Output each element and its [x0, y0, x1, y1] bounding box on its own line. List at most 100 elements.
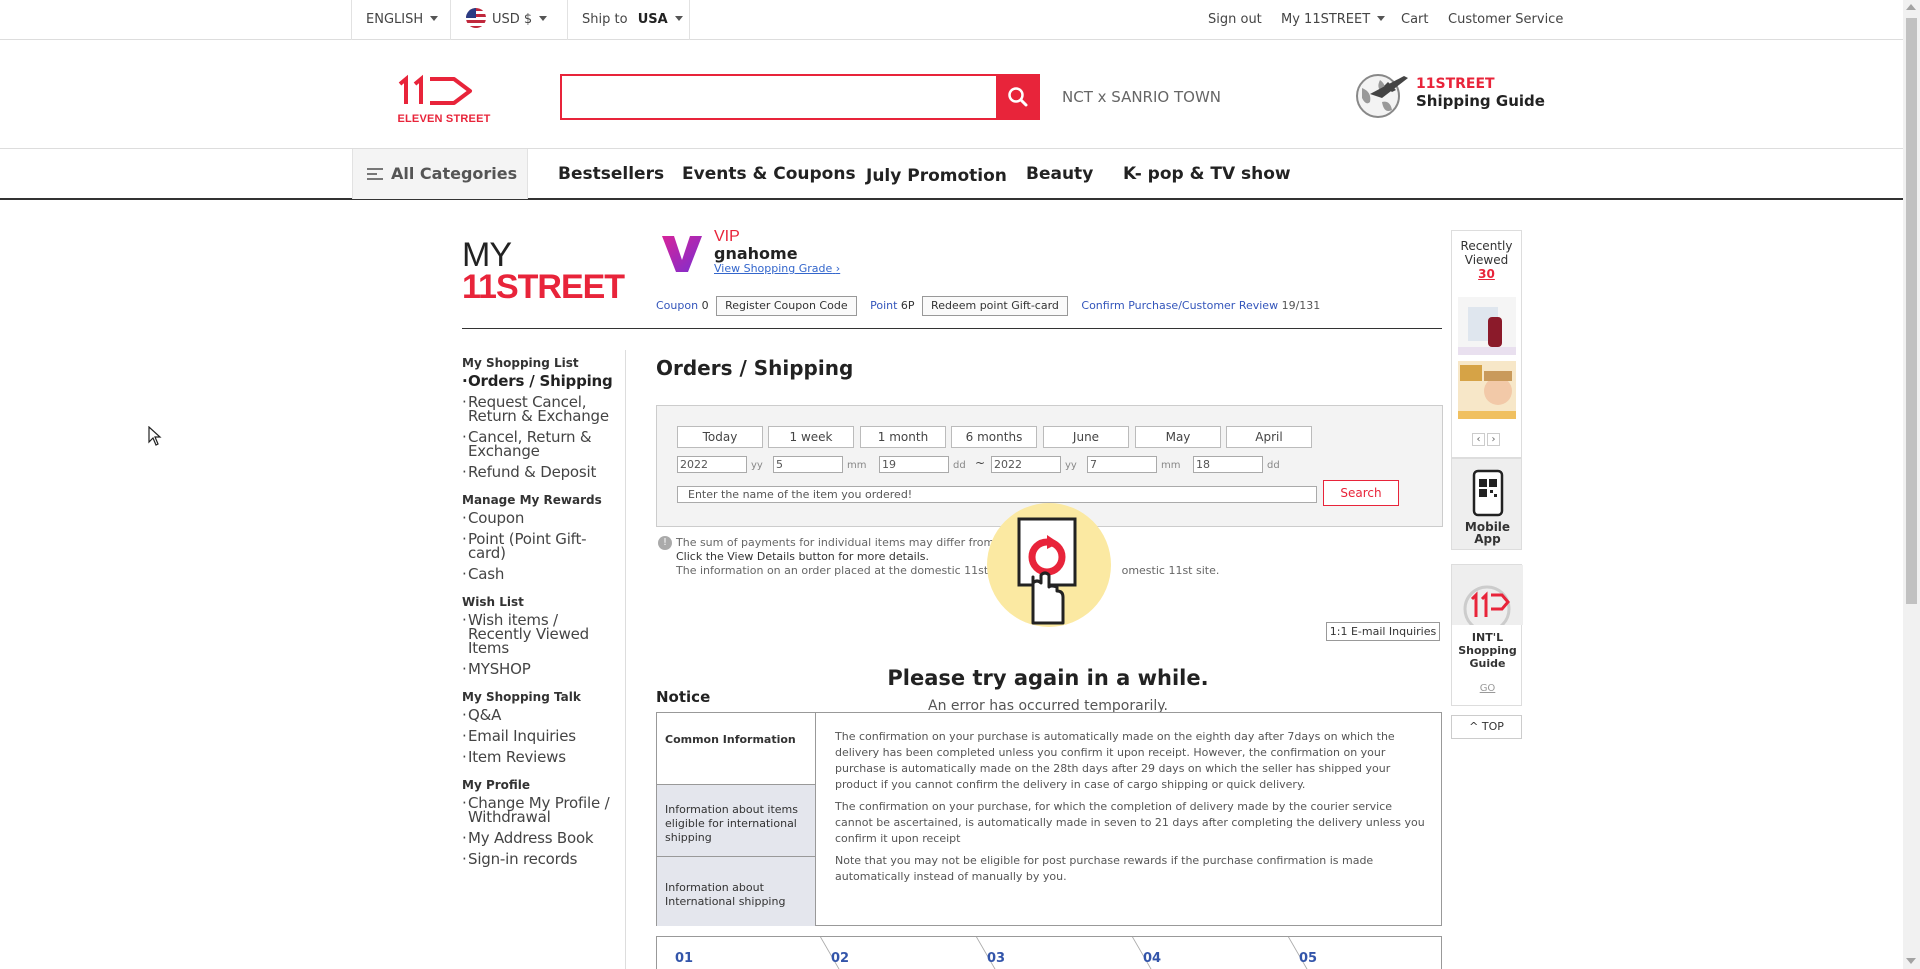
- to-day-input[interactable]: 18: [1193, 456, 1263, 473]
- cart-link[interactable]: Cart: [1401, 0, 1429, 40]
- scroll-down-arrow-icon[interactable]: [1906, 958, 1916, 964]
- sidebar-item-wish-items[interactable]: Wish items / Recently Viewed Items: [462, 613, 622, 656]
- recent-item-thumbnail[interactable]: [1458, 361, 1516, 419]
- notice-paragraph: The confirmation on your purchase, for w…: [835, 800, 1425, 845]
- search-input[interactable]: [560, 74, 998, 120]
- step-number: 05: [1299, 951, 1318, 966]
- tab-common-information[interactable]: Common Information: [657, 713, 816, 784]
- search-button[interactable]: [996, 74, 1040, 120]
- product-image: [1458, 297, 1516, 355]
- sidebar-item-signin-records[interactable]: Sign-in records: [462, 852, 622, 867]
- main-nav: All Categories Bestsellers Events & Coup…: [0, 148, 1903, 200]
- shipping-guide-link[interactable]: 11STREET Shipping Guide: [1352, 68, 1552, 120]
- notice-box: Common Information Information about ite…: [656, 712, 1442, 926]
- sidebar-item-orders-shipping[interactable]: Orders / Shipping: [462, 374, 622, 389]
- dd-label: dd: [953, 460, 966, 471]
- from-year-input[interactable]: 2022: [677, 456, 747, 473]
- register-coupon-button[interactable]: Register Coupon Code: [716, 296, 857, 316]
- period-may-button[interactable]: May: [1135, 426, 1221, 448]
- from-day-input[interactable]: 19: [879, 456, 949, 473]
- info-line: The information on an order placed at th…: [676, 564, 1219, 578]
- logo-text: ELEVEN STREET: [397, 113, 491, 125]
- customer-service-link[interactable]: Customer Service: [1448, 0, 1563, 40]
- divider: [625, 350, 626, 969]
- chevron-down-icon: [430, 16, 439, 21]
- go-link[interactable]: GO: [1452, 683, 1523, 694]
- view-shopping-grade-link[interactable]: View Shopping Grade ›: [714, 262, 840, 275]
- period-today-button[interactable]: Today: [677, 426, 763, 448]
- sidebar-item-point[interactable]: Point (Point Gift-card): [462, 532, 622, 561]
- sidebar-item-qa[interactable]: Q&A: [462, 708, 622, 723]
- nav-kpop-tv[interactable]: K- pop & TV show: [1123, 149, 1291, 199]
- back-to-top-button[interactable]: ^ TOP: [1451, 715, 1522, 739]
- error-subtitle: An error has occurred temporarily.: [928, 698, 1168, 712]
- scrollbar-thumb[interactable]: [1906, 18, 1917, 604]
- sidebar-item-refund-deposit[interactable]: Refund & Deposit: [462, 465, 622, 480]
- order-search-button[interactable]: Search: [1323, 480, 1399, 506]
- sidebar-item-request-cancel[interactable]: Request Cancel, Return & Exchange: [462, 395, 622, 424]
- next-button[interactable]: ›: [1487, 433, 1500, 446]
- email-inquiries-button[interactable]: 1:1 E-mail Inquiries: [1326, 622, 1440, 641]
- search-hint-keyword[interactable]: NCT x SANRIO TOWN: [1062, 88, 1221, 106]
- sidebar-item-coupon[interactable]: Coupon: [462, 511, 622, 526]
- divider: [351, 0, 352, 40]
- shipping-guide-line1: 11STREET: [1416, 76, 1495, 92]
- mobile-app-link[interactable]: Mobile App: [1451, 458, 1522, 550]
- prev-button[interactable]: ‹: [1472, 433, 1485, 446]
- my-11street-menu[interactable]: My 11STREET: [1281, 0, 1386, 40]
- period-june-button[interactable]: June: [1043, 426, 1129, 448]
- period-april-button[interactable]: April: [1226, 426, 1312, 448]
- nav-events-coupons[interactable]: Events & Coupons: [682, 149, 856, 199]
- scroll-up-arrow-icon[interactable]: [1906, 4, 1916, 10]
- period-1week-button[interactable]: 1 week: [768, 426, 854, 448]
- nav-july-promotion[interactable]: July Promotion: [866, 151, 1007, 201]
- divider: [450, 0, 451, 40]
- sidebar-item-change-profile[interactable]: Change My Profile / Withdrawal: [462, 796, 622, 825]
- notice-heading: Notice: [656, 688, 711, 706]
- intl-shopping-guide-link[interactable]: INT'L Shopping Guide GO: [1451, 564, 1523, 706]
- recent-item-thumbnail[interactable]: [1458, 297, 1516, 355]
- redeem-point-button[interactable]: Redeem point Gift-card: [922, 296, 1068, 316]
- order-steps: 01 02 03 04 05: [656, 936, 1442, 969]
- tab-international-items[interactable]: Information about items eligible for int…: [657, 784, 816, 856]
- coupon-count: 0: [701, 299, 709, 312]
- to-month-input[interactable]: 7: [1087, 456, 1157, 473]
- sign-out-link[interactable]: Sign out: [1208, 0, 1262, 40]
- mouse-cursor-icon: [148, 426, 162, 446]
- nav-bestsellers[interactable]: Bestsellers: [558, 149, 664, 199]
- sidebar-item-address-book[interactable]: My Address Book: [462, 831, 622, 846]
- to-year-input[interactable]: 2022: [991, 456, 1061, 473]
- recently-viewed-count[interactable]: 30: [1452, 267, 1521, 281]
- recently-viewed-title: Recently Viewed: [1460, 239, 1513, 267]
- chevron-down-icon: [674, 16, 683, 21]
- period-6months-button[interactable]: 6 months: [951, 426, 1037, 448]
- nav-beauty[interactable]: Beauty: [1026, 149, 1093, 199]
- error-illustration: [987, 503, 1111, 627]
- shipping-guide-line2: Shipping Guide: [1416, 92, 1545, 110]
- language-select[interactable]: ENGLISH: [366, 0, 446, 40]
- confirm-purchase-link[interactable]: Confirm Purchase/Customer Review: [1081, 299, 1278, 312]
- sidebar-item-reviews[interactable]: Item Reviews: [462, 750, 622, 765]
- sidebar-item-email-inquiries[interactable]: Email Inquiries: [462, 729, 622, 744]
- recent-pager: ‹ ›: [1472, 433, 1502, 446]
- intl-guide-label: INT'L Shopping Guide: [1458, 631, 1517, 670]
- globe-logo-icon: [1463, 585, 1511, 633]
- divider: [567, 0, 568, 40]
- from-month-input[interactable]: 5: [773, 456, 843, 473]
- ship-to-select[interactable]: Ship to USA: [582, 0, 692, 40]
- globe-plane-icon: [1356, 74, 1408, 118]
- page-title: Orders / Shipping: [656, 356, 854, 380]
- mm-label: mm: [1161, 460, 1181, 471]
- my-sidebar: My Shopping List Orders / Shipping Reque…: [462, 350, 622, 873]
- sidebar-item-myshop[interactable]: MYSHOP: [462, 662, 622, 677]
- currency-select[interactable]: USD $: [466, 0, 566, 40]
- sidebar-item-cancel-return[interactable]: Cancel, Return & Exchange: [462, 430, 622, 459]
- item-name-input[interactable]: Enter the name of the item you ordered!: [677, 486, 1317, 503]
- dd-label: dd: [1267, 460, 1280, 471]
- all-categories-button[interactable]: All Categories: [352, 149, 528, 199]
- tab-international-shipping[interactable]: Information about International shipping: [657, 856, 816, 926]
- period-1month-button[interactable]: 1 month: [860, 426, 946, 448]
- mobile-qr-icon: [1472, 469, 1504, 517]
- sidebar-item-cash[interactable]: Cash: [462, 567, 622, 582]
- chevron-down-icon: [539, 16, 548, 21]
